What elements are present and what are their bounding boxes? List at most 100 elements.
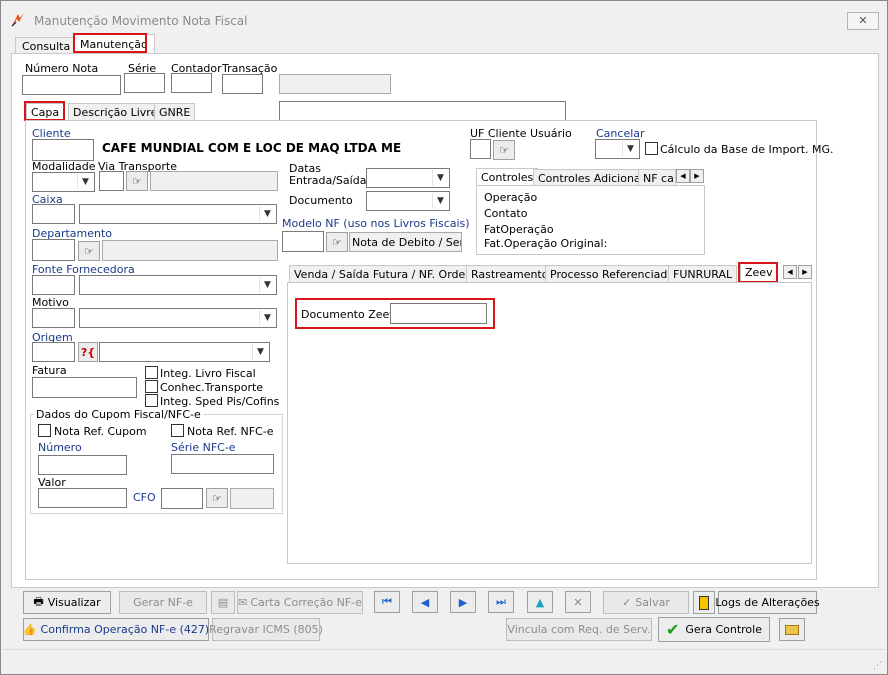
carta-correcao-button[interactable]: ✉ Carta Correção NF-e [237,591,363,614]
cfo-description [230,488,274,509]
gerar-nfe-button[interactable]: Gerar NF-e [119,591,207,614]
tab-funrural[interactable]: FUNRURAL [668,265,738,282]
resize-grip-icon[interactable]: ⋰ [873,661,882,671]
serie-nfce-input[interactable] [171,454,274,474]
arrow-right-icon: ▶ [802,268,808,276]
cfo-lookup-button[interactable]: ☞ [206,488,228,508]
uf-cliente-lookup-button[interactable]: ☞ [493,140,515,160]
cancel-edit-button[interactable]: ✕ [565,591,591,613]
numero-nota-input[interactable] [22,75,121,95]
caixa-select[interactable]: ▼ [79,204,277,224]
close-button[interactable]: ✕ [847,12,879,30]
logs-alteracoes-button[interactable]: Logs de Alterações [715,591,820,614]
documento-date[interactable]: ▼ [366,191,450,211]
pointing-hand-icon: ☞ [212,491,222,505]
modelo-nf-lookup-button[interactable]: ☞ [326,232,348,252]
check-icon: ✓ [622,596,632,609]
uf-cliente-input[interactable] [470,139,491,159]
cliente-name: CAFE MUNDIAL COM E LOC DE MAQ LTDA ME [102,141,402,155]
chevron-down-icon: ▼ [432,170,448,186]
chevron-down-icon: ▼ [622,141,638,157]
gera-controle-button[interactable]: ✔ Gera Controle [658,617,770,642]
window-title: Manutenção Movimento Nota Fiscal [34,14,248,28]
regravar-icms-button[interactable]: Regravar ICMS (805) [209,618,323,641]
modalidade-select[interactable]: ▼ [32,172,95,192]
main-window: Manutenção Movimento Nota Fiscal ✕ Consu… [0,0,888,675]
via-transporte-input[interactable] [99,171,124,191]
visualizar-button[interactable]: 🖶 Visualizar [23,591,111,614]
controles-fatoperacao: FatOperação [484,223,554,236]
origem-input[interactable] [32,342,75,362]
cancelar-select[interactable]: ▼ [595,139,640,159]
serie-nfce-label: Série NFC-e [171,441,236,454]
gnre-field[interactable] [279,101,566,121]
motivo-select[interactable]: ▼ [79,308,277,328]
calculo-base-checkbox[interactable] [645,142,658,155]
departamento-input[interactable] [32,239,75,261]
document-icon-button[interactable]: ▤ [211,591,235,614]
up-button[interactable]: ▲ [527,591,553,613]
tab-rastreamento[interactable]: Rastreamento [466,265,554,282]
lower-tab-scroll-right-button[interactable]: ▶ [798,265,812,279]
app-logo-icon [10,12,26,28]
vincula-req-servico-button[interactable]: Vincula com Req. de Serv. [506,618,652,641]
transacao-input[interactable] [222,74,263,94]
integ-livro-checkbox[interactable] [145,366,158,379]
tab-venda-saida-futura[interactable]: Venda / Saída Futura / NF. Ordem [289,265,482,282]
fatura-input[interactable] [32,377,137,398]
contador-input[interactable] [171,73,212,93]
salvar-button[interactable]: ✓ Salvar [603,591,689,614]
tab-processo-referenciado[interactable]: Processo Referenciado [545,265,680,282]
pointing-hand-icon: ☞ [332,235,342,249]
tab-controles[interactable]: Controles [476,168,539,186]
nota-ref-nfce-checkbox[interactable] [171,424,184,437]
origem-select[interactable]: ▼ [99,342,270,362]
documento-zeev-input[interactable] [390,303,487,324]
tab-nf-ca[interactable]: NF ca [638,169,676,186]
conhec-transporte-checkbox[interactable] [145,380,158,393]
fonte-fornecedora-input[interactable] [32,275,75,295]
controles-fatoperacao-original: Fat.Operação Original: [484,237,608,250]
tab-scroll-right-button[interactable]: ▶ [690,169,704,183]
pointing-hand-icon: ☞ [84,244,94,258]
controles-operacao: Operação [484,191,538,204]
tab-gnre[interactable]: GNRE [154,103,196,120]
cupom-group-title: Dados do Cupom Fiscal/NFC-e [34,408,203,421]
origem-help-button[interactable]: ?{ [78,342,98,362]
tab-descricao-livre[interactable]: Descrição Livre [68,103,163,120]
chevron-down-icon: ▼ [432,193,448,209]
open-folder-button[interactable] [779,618,805,641]
last-icon: ⏭ [496,595,506,608]
integ-sped-checkbox[interactable] [145,394,158,407]
motivo-input[interactable] [32,308,75,328]
entrada-saida-date[interactable]: ▼ [366,168,450,188]
controles-contato: Contato [484,207,528,220]
letter-icon: ✉ [238,596,248,609]
door-button[interactable] [693,591,715,614]
cliente-code-input[interactable] [32,139,94,161]
next-record-button[interactable]: ▶ [450,591,476,613]
tab-scroll-left-button[interactable]: ◀ [676,169,690,183]
confirma-operacao-button[interactable]: 👍 Confirma Operação NF-e (427) [23,618,209,641]
cfo-label: CFO [133,491,156,504]
via-transporte-description [150,171,278,191]
lower-tab-scroll-left-button[interactable]: ◀ [783,265,797,279]
status-bar [2,649,886,673]
nota-ref-cupom-checkbox[interactable] [38,424,51,437]
documento-label: Documento [289,194,353,207]
valor-input[interactable] [38,488,127,508]
departamento-lookup-button[interactable]: ☞ [78,241,100,261]
last-record-button[interactable]: ⏭ [488,591,514,613]
via-transporte-lookup-button[interactable]: ☞ [126,171,148,191]
first-record-button[interactable]: ⏮ [374,591,400,613]
numero-input[interactable] [38,455,127,475]
cfo-input[interactable] [161,488,203,509]
previous-record-button[interactable]: ◀ [412,591,438,613]
caixa-input[interactable] [32,204,75,224]
documento-zeev-label: Documento Zeev [301,308,396,321]
modelo-nf-input[interactable] [282,231,324,252]
previous-icon: ◀ [420,595,430,609]
tab-controles-adicionais[interactable]: Controles Adicionais [533,169,655,186]
serie-input[interactable] [124,73,165,93]
fonte-fornecedora-select[interactable]: ▼ [79,275,277,295]
